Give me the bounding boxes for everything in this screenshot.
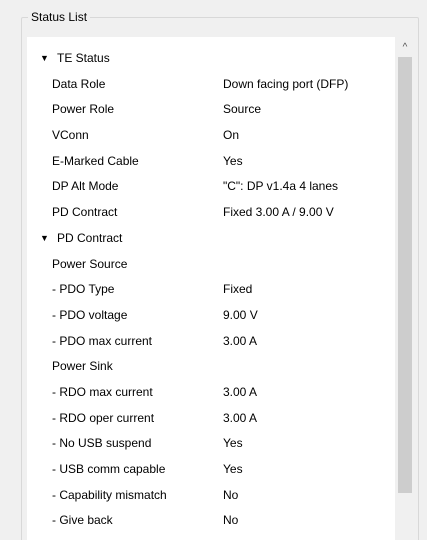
tree-row[interactable]: Data Role Down facing port (DFP)	[27, 72, 395, 98]
row-value: Yes	[223, 436, 243, 451]
row-label: - RDO oper current	[52, 410, 155, 425]
row-value: Fixed 3.00 A / 9.00 V	[223, 205, 334, 220]
tree-row[interactable]: Power Source	[27, 252, 395, 278]
row-label: - USB comm capable	[52, 462, 166, 476]
expand-arrow-icon[interactable]: ▼	[40, 46, 49, 72]
tree-row[interactable]: VConn On	[27, 123, 395, 149]
row-label: Data Role	[52, 76, 106, 91]
row-value: Fixed	[223, 282, 253, 297]
row-label: PD Contract	[52, 205, 118, 220]
tree-row[interactable]: - Give back No	[27, 508, 395, 534]
section-te-status[interactable]: ▼ TE Status	[27, 46, 395, 72]
row-label: Power Sink	[52, 359, 113, 374]
row-label: - Give back	[52, 513, 113, 528]
status-list-window: Status List ▼ TE Status Data Role Down f…	[0, 0, 427, 540]
section-label-te-status: TE Status	[57, 51, 110, 65]
tree-row[interactable]: - RDO oper current 3.00 A	[27, 406, 395, 432]
row-label: - No USB suspend	[52, 436, 152, 451]
tree-row[interactable]: - RDO max current 3.00 A	[27, 380, 395, 406]
row-value: 3.00 A	[223, 333, 258, 348]
row-label: Power Source	[52, 256, 128, 271]
tree-row[interactable]: - PDO voltage 9.00 V	[27, 303, 395, 329]
vertical-scrollbar[interactable]: ^	[395, 37, 415, 540]
tree-row[interactable]: DP Alt Mode "C": DP v1.4a 4 lanes	[27, 174, 395, 200]
scrollbar-thumb[interactable]	[398, 57, 412, 493]
row-label: VConn	[52, 128, 89, 143]
tree-row[interactable]: Power Sink	[27, 354, 395, 380]
status-tree-list[interactable]: ▼ TE Status Data Role Down facing port (…	[27, 37, 415, 540]
row-value: On	[223, 128, 240, 143]
row-value: "C": DP v1.4a 4 lanes	[223, 179, 339, 194]
scroll-up-icon[interactable]: ^	[395, 37, 415, 57]
row-value: 9.00 V	[223, 307, 258, 322]
row-label: - PDO Type	[52, 282, 115, 297]
row-value: 3.00 A	[223, 410, 258, 425]
row-label: E-Marked Cable	[52, 153, 139, 168]
row-value: Source	[223, 102, 262, 117]
tree-row[interactable]: - No USB suspend Yes	[27, 431, 395, 457]
tree-row[interactable]: PD Contract Fixed 3.00 A / 9.00 V	[27, 200, 395, 226]
tree-row[interactable]: - Capability mismatch No	[27, 483, 395, 509]
row-label: - PDO max current	[52, 333, 153, 348]
section-label-pd-contract: PD Contract	[57, 230, 123, 245]
row-value: Yes	[223, 462, 243, 476]
row-value: Yes	[223, 153, 243, 168]
row-value: No	[223, 487, 239, 502]
row-value: 3.00 A	[223, 384, 258, 399]
row-label: - PDO voltage	[52, 307, 128, 322]
tree-row[interactable]: - PDO max current 3.00 A	[27, 329, 395, 355]
section-pd-contract[interactable]: ▼ PD Contract	[27, 226, 395, 252]
row-value: No	[223, 513, 239, 528]
tree-rows: ▼ TE Status Data Role Down facing port (…	[27, 46, 395, 534]
tree-row[interactable]: E-Marked Cable Yes	[27, 149, 395, 175]
tree-row[interactable]: Power Role Source	[27, 97, 395, 123]
expand-arrow-icon[interactable]: ▼	[40, 226, 49, 252]
group-title: Status List	[28, 10, 91, 25]
row-label: - RDO max current	[52, 384, 153, 399]
row-label: DP Alt Mode	[52, 179, 119, 194]
tree-row[interactable]: - PDO Type Fixed	[27, 277, 395, 303]
tree-row[interactable]: - USB comm capable Yes	[27, 457, 395, 483]
row-value: Down facing port (DFP)	[223, 76, 349, 91]
row-label: - Capability mismatch	[52, 487, 167, 502]
row-label: Power Role	[52, 102, 115, 117]
